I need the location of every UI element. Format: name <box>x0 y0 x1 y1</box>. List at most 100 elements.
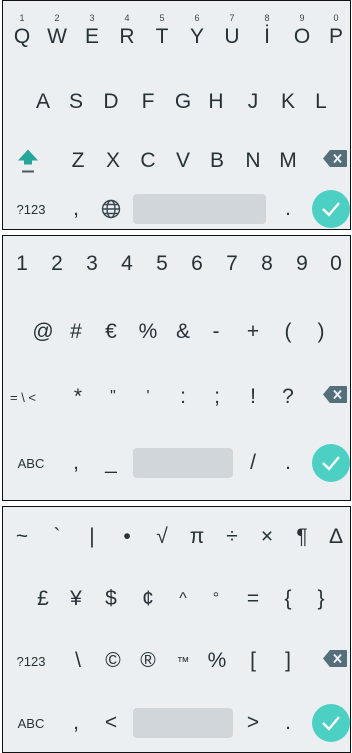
key-close-bracket[interactable]: ] <box>285 646 291 676</box>
key-x[interactable]: X <box>106 146 120 176</box>
key-colon[interactable]: : <box>180 382 186 412</box>
key-w[interactable]: 2W <box>47 13 67 52</box>
key-pipe[interactable]: | <box>89 522 94 552</box>
key-percent[interactable]: % <box>139 317 158 347</box>
key-f[interactable]: F <box>142 87 155 117</box>
key-equals[interactable]: = <box>247 584 259 614</box>
key-o[interactable]: 9O <box>294 13 310 52</box>
key-3[interactable]: 3 <box>86 249 98 279</box>
more-symbols-key[interactable]: = \ < <box>10 382 36 412</box>
less-than-key[interactable]: < <box>105 708 117 738</box>
period-key[interactable]: . <box>285 708 291 738</box>
key-9[interactable]: 9 <box>296 249 308 279</box>
enter-checkmark-icon[interactable] <box>312 444 350 482</box>
greater-than-key[interactable]: > <box>247 708 259 738</box>
symbols-key[interactable]: ?123 <box>17 646 46 676</box>
underscore-key[interactable]: _ <box>105 448 117 478</box>
key-hash[interactable]: # <box>70 317 82 347</box>
key-4[interactable]: 4 <box>121 249 133 279</box>
backspace-icon[interactable] <box>323 386 347 408</box>
spacebar[interactable] <box>133 194 266 224</box>
key-minus[interactable]: - <box>213 317 220 347</box>
key-copyright[interactable]: © <box>105 646 120 676</box>
key-pilcrow[interactable]: ¶ <box>296 522 307 552</box>
key-5[interactable]: 5 <box>156 249 168 279</box>
backspace-icon[interactable] <box>323 150 347 172</box>
key-p[interactable]: 0P <box>329 13 343 52</box>
period-key[interactable]: . <box>285 448 291 478</box>
key-j[interactable]: J <box>248 87 259 117</box>
comma-key[interactable]: , <box>73 708 79 738</box>
key-v[interactable]: V <box>176 146 190 176</box>
key-double-quote[interactable]: " <box>110 382 116 412</box>
key-z[interactable]: Z <box>72 146 85 176</box>
key-backtick[interactable]: ` <box>54 522 61 552</box>
key-divide[interactable]: ÷ <box>226 522 238 552</box>
key-i-dotted[interactable]: 8İ <box>264 13 270 52</box>
key-yen[interactable]: ¥ <box>70 584 82 614</box>
key-1[interactable]: 1 <box>16 249 28 279</box>
key-trademark[interactable]: ™ <box>177 646 190 676</box>
key-dollar[interactable]: $ <box>105 584 117 614</box>
key-exclamation[interactable]: ! <box>250 382 256 412</box>
key-open-bracket[interactable]: [ <box>250 646 256 676</box>
key-h[interactable]: H <box>208 87 223 117</box>
key-asterisk[interactable]: * <box>74 382 82 412</box>
key-b[interactable]: B <box>210 146 224 176</box>
abc-key[interactable]: ABC <box>18 708 45 738</box>
key-delta[interactable]: ∆ <box>330 522 343 552</box>
key-cent[interactable]: ¢ <box>142 584 154 614</box>
key-2[interactable]: 2 <box>51 249 63 279</box>
key-d[interactable]: D <box>103 87 118 117</box>
key-degree[interactable]: ° <box>213 584 219 614</box>
key-plus[interactable]: + <box>247 317 259 347</box>
key-multiply[interactable]: × <box>261 522 273 552</box>
key-0[interactable]: 0 <box>330 249 342 279</box>
comma-key[interactable]: , <box>73 194 79 224</box>
key-caret[interactable]: ^ <box>179 584 187 614</box>
key-single-quote[interactable]: ' <box>146 382 149 412</box>
shift-up-arrow-icon[interactable] <box>17 149 39 180</box>
key-c[interactable]: C <box>140 146 155 176</box>
key-open-paren[interactable]: ( <box>285 317 292 347</box>
enter-checkmark-icon[interactable] <box>312 190 350 228</box>
slash-key[interactable]: / <box>250 448 256 478</box>
globe-icon[interactable] <box>101 194 121 224</box>
key-pound[interactable]: £ <box>37 584 49 614</box>
key-6[interactable]: 6 <box>191 249 203 279</box>
key-r[interactable]: 4R <box>119 13 134 52</box>
comma-key[interactable]: , <box>73 448 79 478</box>
key-y[interactable]: 6Y <box>190 13 204 52</box>
key-m[interactable]: M <box>279 146 297 176</box>
key-backslash[interactable]: \ <box>75 646 81 676</box>
backspace-icon[interactable] <box>323 650 347 672</box>
key-percent[interactable]: % <box>208 646 227 676</box>
key-g[interactable]: G <box>175 87 191 117</box>
key-k[interactable]: K <box>281 87 295 117</box>
key-q[interactable]: 1Q <box>14 13 30 52</box>
key-open-brace[interactable]: { <box>284 584 291 614</box>
key-e[interactable]: 3E <box>85 13 99 52</box>
period-key[interactable]: . <box>285 194 291 224</box>
spacebar[interactable] <box>133 448 233 478</box>
key-registered[interactable]: ® <box>140 646 155 676</box>
key-semicolon[interactable]: ; <box>214 382 220 412</box>
key-l[interactable]: L <box>315 87 327 117</box>
key-euro[interactable]: € <box>105 317 117 347</box>
key-u[interactable]: 7U <box>224 13 239 52</box>
spacebar[interactable] <box>133 708 233 738</box>
key-close-paren[interactable]: ) <box>318 317 325 347</box>
key-tilde[interactable]: ~ <box>16 522 28 552</box>
key-bullet[interactable]: • <box>123 522 130 552</box>
key-at[interactable]: @ <box>32 317 53 347</box>
key-question[interactable]: ? <box>282 382 294 412</box>
symbols-key[interactable]: ?123 <box>17 194 46 224</box>
key-t[interactable]: 5T <box>156 13 169 52</box>
key-a[interactable]: A <box>36 87 50 117</box>
key-sqrt[interactable]: √ <box>156 522 168 552</box>
key-8[interactable]: 8 <box>261 249 273 279</box>
abc-key[interactable]: ABC <box>18 448 45 478</box>
key-close-brace[interactable]: } <box>317 584 324 614</box>
enter-checkmark-icon[interactable] <box>312 704 350 742</box>
key-7[interactable]: 7 <box>226 249 238 279</box>
